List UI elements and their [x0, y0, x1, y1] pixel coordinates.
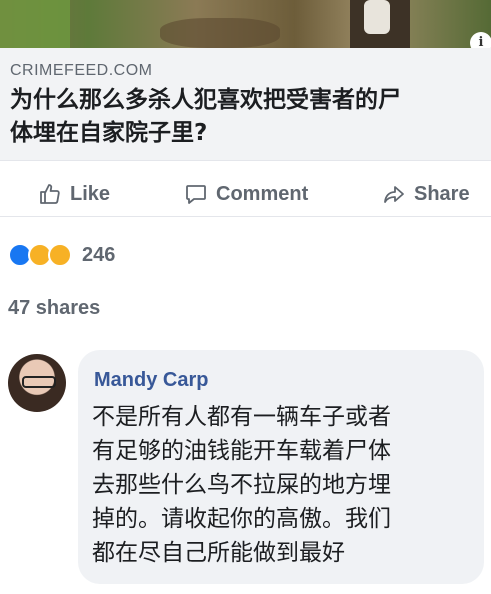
thumbnail-dirt — [160, 18, 280, 48]
comment-icon — [186, 185, 206, 204]
thumbs-up-icon — [40, 184, 60, 204]
comment-button[interactable]: Comment — [184, 180, 308, 208]
comment-author[interactable]: Mandy Carp — [94, 369, 208, 392]
comment-text: 不是所有人都有一辆车子或者 有足够的油钱能开车载着尸体 去那些什么鸟不拉屎的地方… — [92, 400, 482, 570]
share-button[interactable]: Share — [382, 180, 470, 208]
comment-line: 有足够的油钱能开车载着尸体 — [92, 438, 391, 464]
link-headline[interactable]: 为什么那么多杀人犯喜欢把受害者的尸 体埋在自家院子里? — [10, 84, 491, 150]
comment-line: 不是所有人都有一辆车子或者 — [92, 404, 391, 430]
share-label: Share — [414, 182, 470, 205]
avatar[interactable] — [8, 354, 66, 412]
comment-line: 都在尽自己所能做到最好 — [92, 540, 345, 566]
link-thumbnail-image[interactable] — [0, 0, 491, 48]
shares-count[interactable]: 47 shares — [8, 297, 100, 320]
thumbnail-foliage — [0, 0, 70, 48]
comment-line: 去那些什么鸟不拉屎的地方埋 — [92, 472, 391, 498]
like-label: Like — [70, 182, 111, 205]
post-action-bar: Like Comment Share — [0, 172, 491, 217]
reactions-summary[interactable]: 246 — [8, 240, 115, 270]
headline-line-2: 体埋在自家院子里? — [10, 120, 208, 146]
sad-reaction-icon — [48, 243, 72, 267]
comment-label: Comment — [216, 182, 309, 205]
share-arrow-icon — [384, 186, 404, 203]
glasses-detail — [22, 376, 56, 388]
thumbnail-person — [364, 0, 390, 34]
reaction-count: 246 — [82, 243, 116, 266]
link-domain: CRIMEFEED.COM — [10, 62, 153, 79]
comment-line: 掉的。请收起你的高傲。我们 — [92, 506, 391, 532]
like-button[interactable]: Like — [38, 180, 110, 208]
headline-line-1: 为什么那么多杀人犯喜欢把受害者的尸 — [10, 87, 401, 113]
